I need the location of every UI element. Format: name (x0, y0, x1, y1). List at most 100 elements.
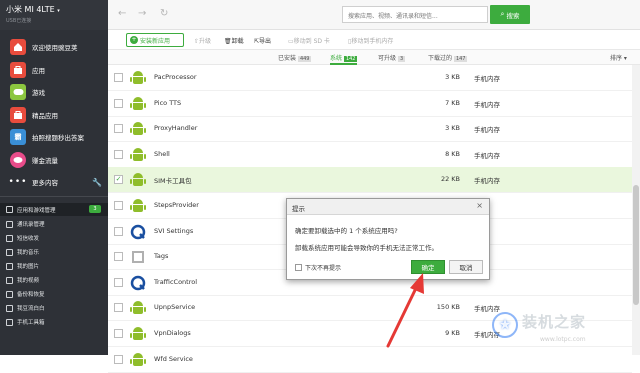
sidebar-item-photo-search[interactable]: 霸 拍照搜题秒出答案 (0, 126, 108, 148)
android-icon (130, 352, 146, 368)
qualcomm-icon (130, 275, 146, 291)
move-to-phone-button[interactable]: ▯移动到手机内存 (348, 36, 393, 45)
tab-installed[interactable]: 已安装 449 (278, 53, 312, 62)
contacts-icon (6, 220, 13, 228)
row-checkbox[interactable] (114, 277, 123, 287)
tab-system[interactable]: 系统 142 (330, 53, 358, 65)
app-name: Wfd Service (154, 354, 193, 363)
export-button[interactable]: ⇱导出 (254, 36, 271, 45)
search-icon: ⌕ (500, 10, 505, 18)
app-location: 手机内存 (474, 126, 500, 135)
sidebar-item-sms[interactable]: 短信收发 (0, 232, 108, 244)
forward-arrow-icon[interactable]: → (138, 8, 146, 19)
device-header[interactable]: 小米 MI 4LTE ▾ USB已连接 (0, 0, 108, 30)
row-checkbox[interactable] (114, 73, 123, 82)
tab-upgradable[interactable]: 可升级 3 (378, 53, 406, 62)
image-icon (6, 262, 13, 270)
sidebar-item-label: 我豆流白白 (17, 306, 45, 312)
sort-dropdown[interactable]: 排序 ▾ (610, 53, 627, 62)
dialog-titlebar: 提示 × (287, 199, 489, 215)
sidebar-item-app-manager[interactable]: 应用和游戏管理 3 (0, 203, 108, 216)
sidebar-item-videos[interactable]: 我的视频 (0, 274, 108, 286)
sidebar-divider (0, 196, 108, 197)
dialog-message-1: 确定要卸载选中的 1 个系统应用吗? (295, 227, 398, 235)
row-checkbox[interactable] (114, 354, 123, 364)
table-row[interactable]: Pico TTS 7 KB 手机内存 (108, 91, 632, 117)
row-checkbox[interactable] (114, 124, 123, 134)
sidebar-item-label: 备份和恢复 (17, 292, 45, 298)
top-bar: ← → ↻ 搜索应用、视频、通讯录和短信... ⌕ 搜索 (108, 0, 640, 30)
video-icon (6, 276, 13, 284)
refresh-icon[interactable]: ↻ (160, 8, 168, 19)
row-checkbox[interactable] (114, 201, 123, 210)
search-box[interactable]: 搜索应用、视频、通讯录和短信... (342, 6, 488, 23)
wrench-icon[interactable]: 🔧 (92, 178, 102, 187)
backup-icon (6, 290, 13, 298)
row-checkbox[interactable] (114, 329, 123, 338)
trash-icon: 🗑 (224, 38, 232, 45)
sidebar-item-apps[interactable]: 应用 (0, 59, 108, 81)
search-input[interactable]: 搜索应用、视频、通讯录和短信... (348, 11, 438, 20)
row-checkbox[interactable] (114, 149, 123, 159)
sidebar-item-label: 手机工具箱 (17, 320, 45, 326)
app-size: 3 KB (445, 124, 460, 133)
search-button[interactable]: ⌕ 搜索 (490, 5, 530, 24)
row-checkbox[interactable] (114, 226, 123, 236)
sidebar-item-backup[interactable]: 备份和恢复 (0, 288, 108, 300)
install-app-button[interactable]: + 安装新应用 (126, 33, 184, 47)
sidebar-item-featured[interactable]: 精品应用 (0, 104, 108, 126)
sidebar-item-label: 通讯录管理 (17, 222, 45, 228)
app-name: SVI Settings (154, 226, 194, 235)
sidebar-item-more[interactable]: ••• 更多内容 🔧 (0, 171, 108, 193)
table-row[interactable]: PacProcessor 3 KB 手机内存 (108, 65, 632, 91)
sidebar-item-toolbox[interactable]: 手机工具箱 (0, 316, 108, 328)
home-icon (10, 39, 26, 55)
app-size: 8 KB (445, 149, 460, 158)
tab-downloaded[interactable]: 下载过的 147 (428, 53, 468, 62)
table-row[interactable]: ✓ SIM卡工具包 22 KB 手机内存 (108, 167, 632, 194)
move-to-sd-button[interactable]: ▭移动到 SD 卡 (288, 36, 330, 45)
watermark-brand: 装机之家 (522, 313, 587, 331)
row-checkbox[interactable]: ✓ (114, 175, 123, 185)
sidebar-item-cleanup[interactable]: 我豆流白白 (0, 302, 108, 314)
row-checkbox[interactable] (114, 303, 123, 313)
sidebar-item-photos[interactable]: 我的图片 (0, 260, 108, 272)
cancel-button[interactable]: 取消 (449, 260, 483, 274)
app-location: 手机内存 (474, 151, 500, 160)
sidebar-item-traffic[interactable]: 赚金流量 (0, 149, 108, 171)
row-checkbox[interactable] (114, 252, 123, 262)
sidebar-item-label: 我的视频 (17, 278, 40, 284)
watermark-url: www.lotpc.com (540, 336, 586, 343)
android-icon (130, 147, 146, 163)
sidebar-item-label: 拍照搜题秒出答案 (32, 134, 84, 142)
upgrade-button[interactable]: ⇧升级 (194, 36, 211, 45)
app-name: StepsProvider (154, 201, 199, 209)
sidebar-item-label: 我的图片 (17, 264, 40, 270)
main-panel: ← → ↻ 搜索应用、视频、通讯录和短信... ⌕ 搜索 + 安装新应用 ⇧升级… (108, 0, 640, 373)
uninstall-button[interactable]: 🗑卸载 (224, 36, 244, 45)
sidebar-item-label: 更多内容 (32, 179, 58, 187)
close-icon[interactable]: × (476, 201, 483, 210)
app-size: 3 KB (445, 73, 460, 81)
android-icon (130, 300, 146, 316)
table-row[interactable]: ProxyHandler 3 KB 手机内存 (108, 116, 632, 143)
table-row[interactable]: Shell 8 KB 手机内存 (108, 142, 632, 168)
sidebar-item-label: 欢迎使用豌豆荚 (32, 44, 78, 52)
gamepad-icon (10, 84, 26, 100)
sidebar-item-label: 游戏 (32, 89, 45, 97)
toolbar: + 安装新应用 ⇧升级 🗑卸载 ⇱导出 ▭移动到 SD 卡 ▯移动到手机内存 (108, 30, 640, 50)
sidebar-item-welcome[interactable]: 欢迎使用豌豆荚 (0, 36, 108, 58)
chat-icon (10, 152, 26, 168)
back-arrow-icon[interactable]: ← (118, 8, 126, 19)
sidebar-item-games[interactable]: 游戏 (0, 81, 108, 103)
checkbox-icon[interactable] (295, 264, 302, 271)
sidebar-item-music[interactable]: 我的音乐 (0, 246, 108, 258)
row-checkbox[interactable] (114, 98, 123, 108)
device-status: USB已连接 (6, 18, 32, 24)
sidebar-item-contacts[interactable]: 通讯录管理 (0, 218, 108, 230)
scrollbar-thumb[interactable] (633, 185, 639, 305)
android-icon (130, 326, 146, 342)
tag-icon (130, 249, 146, 265)
dont-ask-checkbox[interactable]: 下次不再提示 (295, 263, 341, 272)
dots-icon: ••• (8, 177, 28, 187)
